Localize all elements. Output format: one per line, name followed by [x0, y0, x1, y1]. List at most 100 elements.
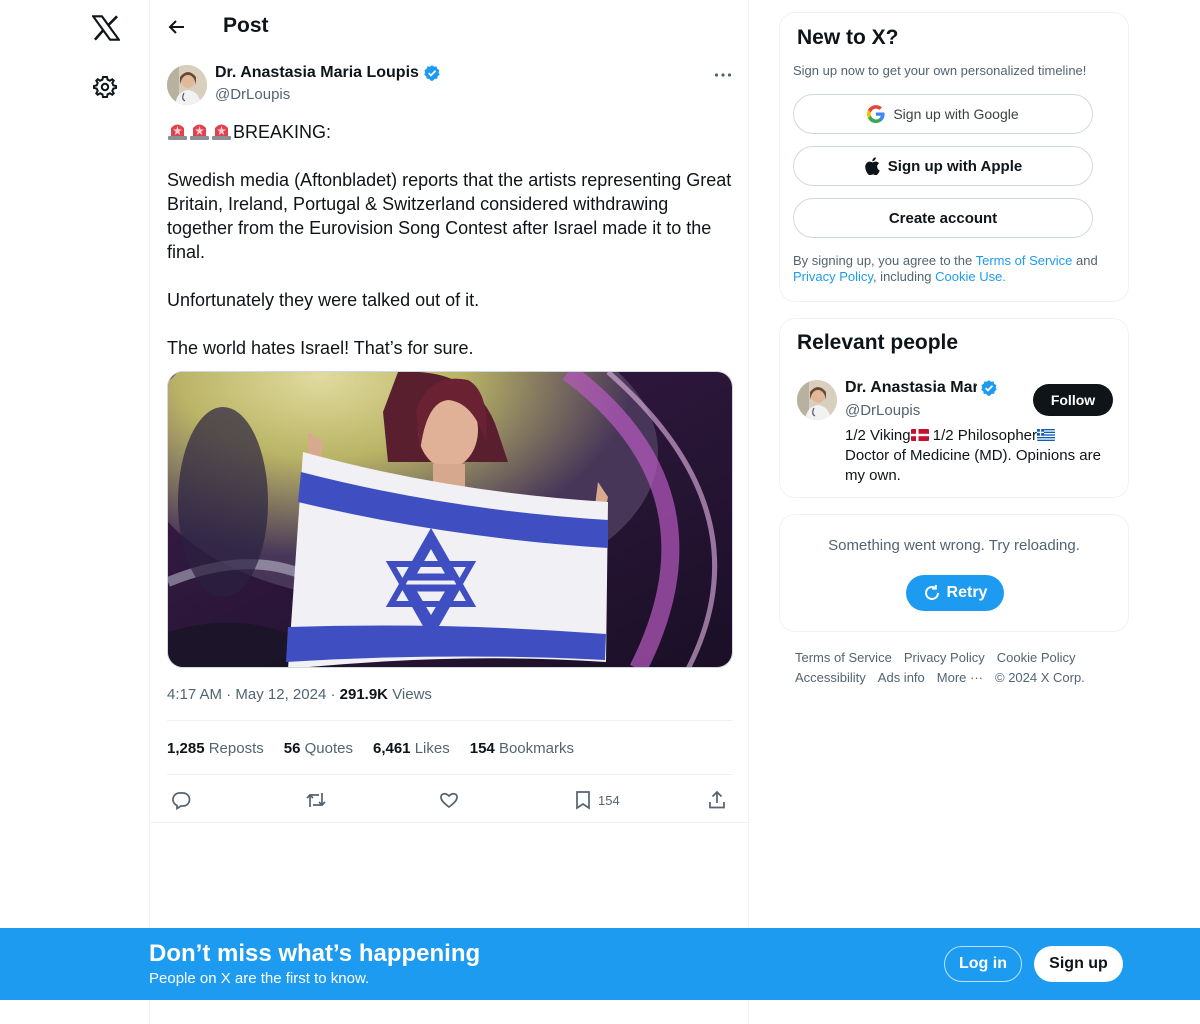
author-name[interactable]: Dr. Anastasia Maria Loupis	[215, 64, 441, 82]
bookmarks-stat[interactable]: 154 Bookmarks	[470, 740, 574, 757]
bio-part1: 1/2 Viking	[845, 427, 911, 444]
post-meta: 4:17 AM · May 12, 2024 · 291.9K Views	[167, 686, 432, 703]
privacy-link[interactable]: Privacy Policy	[793, 269, 873, 284]
denmark-flag-icon	[910, 429, 929, 441]
bookmarks-label: Bookmarks	[498, 740, 574, 757]
share-icon	[709, 790, 725, 809]
footer-copyright: © 2024 X Corp.	[995, 670, 1085, 685]
meta-separator: ·	[226, 686, 236, 703]
more-dots-icon	[714, 73, 732, 77]
reply-button[interactable]	[171, 786, 191, 814]
verified-badge-icon	[424, 65, 440, 81]
error-message: Something went wrong. Try reloading.	[828, 537, 1080, 554]
signup-google-button[interactable]: Sign up with Google	[793, 94, 1093, 134]
quotes-count: 56	[283, 740, 301, 757]
bio-part2: 1/2 Philosopher	[928, 427, 1038, 444]
footer-ads-link[interactable]: Ads info	[878, 670, 925, 685]
reposts-label: Reposts	[208, 740, 264, 757]
avatar[interactable]	[167, 65, 207, 105]
post-text-line1: BREAKING:	[167, 120, 733, 144]
signup-card-subtitle: Sign up now to get your own personalized…	[793, 63, 1087, 78]
post-text-para3: Unfortunately they were talked out of it…	[167, 290, 480, 310]
main-column: Post Dr. Anastasia Maria Loupis @DrLoupi…	[149, 0, 750, 1024]
bookmark-icon	[576, 791, 590, 810]
page-title: Post	[223, 14, 269, 37]
back-button[interactable]	[160, 10, 194, 44]
footer-terms-link[interactable]: Terms of Service	[795, 650, 892, 665]
create-account-label: Create account	[888, 209, 998, 227]
login-button[interactable]: Log in	[944, 946, 1022, 982]
divider	[167, 720, 733, 721]
greece-flag-icon	[1037, 429, 1056, 441]
likes-stat[interactable]: 6,461 Likes	[373, 740, 450, 757]
post-image[interactable]	[167, 371, 733, 668]
bottom-banner: Don’t miss what’s happening People on X …	[0, 928, 1200, 1000]
footer-cookie-link[interactable]: Cookie Policy	[997, 650, 1076, 665]
quotes-stat[interactable]: 56 Quotes	[284, 740, 353, 757]
heart-icon	[440, 792, 458, 809]
reposts-stat[interactable]: 1,285 Reposts	[167, 740, 264, 757]
signup-apple-label: Sign up with Apple	[887, 157, 1023, 175]
likes-label: Likes	[414, 740, 450, 757]
apple-icon	[865, 157, 880, 175]
views-label: Views	[392, 686, 432, 703]
legal-prefix: By signing up, you agree to the	[793, 253, 976, 268]
signup-card: New to X? Sign up now to get your own pe…	[779, 12, 1129, 302]
divider	[150, 822, 750, 823]
bookmark-button[interactable]: 154	[574, 786, 620, 814]
quotes-label: Quotes	[304, 740, 353, 757]
footer-accessibility-link[interactable]: Accessibility	[795, 670, 866, 685]
refresh-icon	[924, 585, 939, 600]
post-time[interactable]: 4:17 AM	[167, 686, 222, 703]
like-button[interactable]	[439, 786, 459, 814]
post-text-breaking: BREAKING:	[233, 122, 332, 142]
follow-button[interactable]: Follow	[1033, 384, 1113, 416]
repost-icon	[306, 793, 326, 807]
views-count: 291.9K	[339, 686, 389, 703]
person-bio: 1/2 Viking 1/2 Philosopher Doctor of Med…	[845, 426, 1115, 486]
retry-label: Retry	[946, 584, 988, 601]
error-card: Something went wrong. Try reloading. Ret…	[779, 514, 1129, 632]
retry-button[interactable]: Retry	[906, 575, 1004, 611]
author-handle[interactable]: @DrLoupis	[215, 86, 290, 103]
police-light-icon	[212, 124, 231, 140]
legal-including: , including	[872, 269, 936, 284]
person-handle[interactable]: @DrLoupis	[845, 402, 920, 419]
divider	[167, 774, 733, 775]
police-light-icon	[168, 124, 187, 140]
arrow-left-icon	[168, 20, 184, 34]
x-logo-icon[interactable]	[86, 8, 126, 48]
left-nav	[0, 0, 150, 1024]
verified-badge-icon	[981, 380, 997, 396]
signup-legal-text: By signing up, you agree to the Terms of…	[793, 253, 1123, 285]
footer-more-link[interactable]: More ···	[937, 670, 983, 685]
footer-privacy-link[interactable]: Privacy Policy	[904, 650, 985, 665]
post-date[interactable]: May 12, 2024	[235, 686, 326, 703]
bookmark-count: 154	[598, 792, 620, 808]
top-bar: Post	[150, 0, 750, 54]
bio-part3: Doctor of Medicine (MD). Opinions are my…	[845, 447, 1101, 484]
post-actions: 154	[167, 786, 733, 814]
cookie-link[interactable]: Cookie Use.	[935, 269, 1006, 284]
person-name[interactable]: Dr. Anastasia Maria Loupis	[845, 379, 1000, 397]
signup-card-title: New to X?	[797, 26, 899, 49]
signup-button[interactable]: Sign up	[1034, 946, 1123, 982]
repost-button[interactable]	[305, 786, 327, 814]
footer-links: Terms of Service Privacy Policy Cookie Pol…	[795, 648, 1125, 688]
likes-count: 6,461	[372, 740, 411, 757]
post-text-para2: Swedish media (Aftonbladet) reports that…	[167, 170, 732, 262]
create-account-button[interactable]: Create account	[793, 198, 1093, 238]
signup-apple-button[interactable]: Sign up with Apple	[793, 146, 1093, 186]
police-light-icon	[190, 124, 209, 140]
person-name-text: Dr. Anastasia Maria Loupis	[845, 379, 977, 396]
banner-subtitle: People on X are the first to know.	[149, 970, 370, 987]
gear-icon[interactable]	[88, 70, 122, 104]
relevant-people-card: Relevant people Dr. Anastasia Maria Loup…	[779, 318, 1129, 498]
signup-google-label: Sign up with Google	[893, 106, 1019, 122]
more-options-button[interactable]	[710, 62, 736, 88]
meta-separator: ·	[330, 686, 340, 703]
author-name-text: Dr. Anastasia Maria Loupis	[215, 64, 419, 81]
avatar[interactable]	[797, 380, 837, 420]
terms-link[interactable]: Terms of Service	[976, 253, 1073, 268]
share-button[interactable]	[707, 786, 727, 814]
